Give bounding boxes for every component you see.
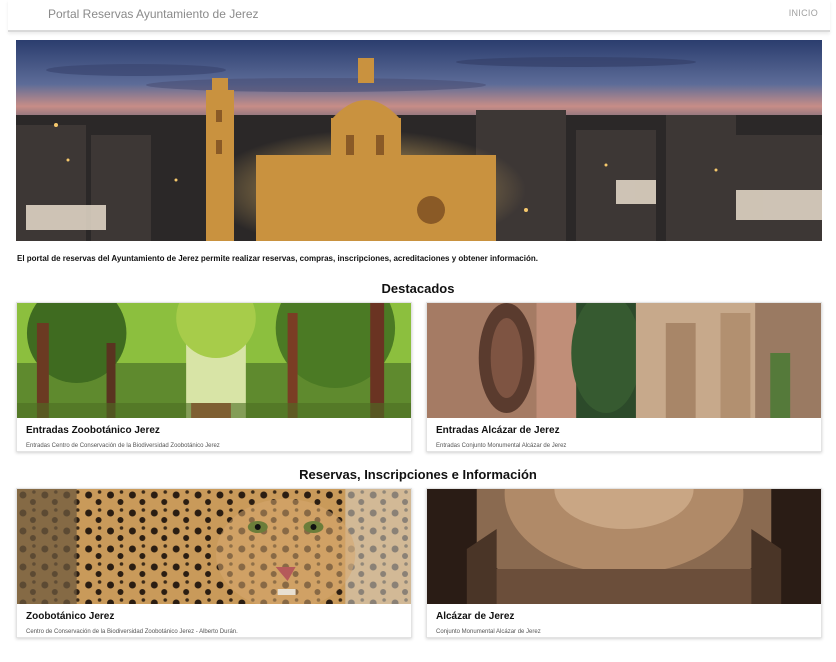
card-title: Entradas Alcázar de Jerez [436,425,560,436]
top-navbar: Portal Reservas Ayuntamiento de Jerez IN… [8,0,830,32]
card-entradas-alcazar[interactable]: Entradas Alcázar de Jerez Entradas Conju… [426,302,822,452]
alcazar-dome-photo [427,489,821,604]
card-title: Zoobotánico Jerez [26,611,115,622]
alcazar-garden-photo [427,303,821,418]
card-title: Alcázar de Jerez [436,611,515,622]
card-title: Entradas Zoobotánico Jerez [26,425,160,436]
card-subtitle: Entradas Centro de Conservación de la Bi… [26,443,220,449]
card-entradas-zoobotanico[interactable]: Entradas Zoobotánico Jerez Entradas Cent… [16,302,412,452]
section-title-reservas: Reservas, Inscripciones e Información [299,467,537,482]
intro-text: El portal de reservas del Ayuntamiento d… [17,254,538,263]
card-zoobotanico[interactable]: Zoobotánico Jerez Centro de Conservación… [16,488,412,638]
nav-inicio-link[interactable]: INICIO [789,8,818,18]
card-subtitle: Entradas Conjunto Monumental Alcázar de … [436,443,567,449]
hero-banner-image [16,40,822,241]
card-subtitle: Centro de Conservación de la Biodiversid… [26,629,238,635]
section-title-destacados: Destacados [381,281,455,296]
leopard-photo [17,489,411,604]
card-alcazar[interactable]: Alcázar de Jerez Conjunto Monumental Alc… [426,488,822,638]
zoo-trees-photo [17,303,411,418]
cathedral-night-photo [16,40,822,241]
card-subtitle: Conjunto Monumental Alcázar de Jerez [436,629,541,635]
site-brand-link[interactable]: Portal Reservas Ayuntamiento de Jerez [48,7,259,21]
